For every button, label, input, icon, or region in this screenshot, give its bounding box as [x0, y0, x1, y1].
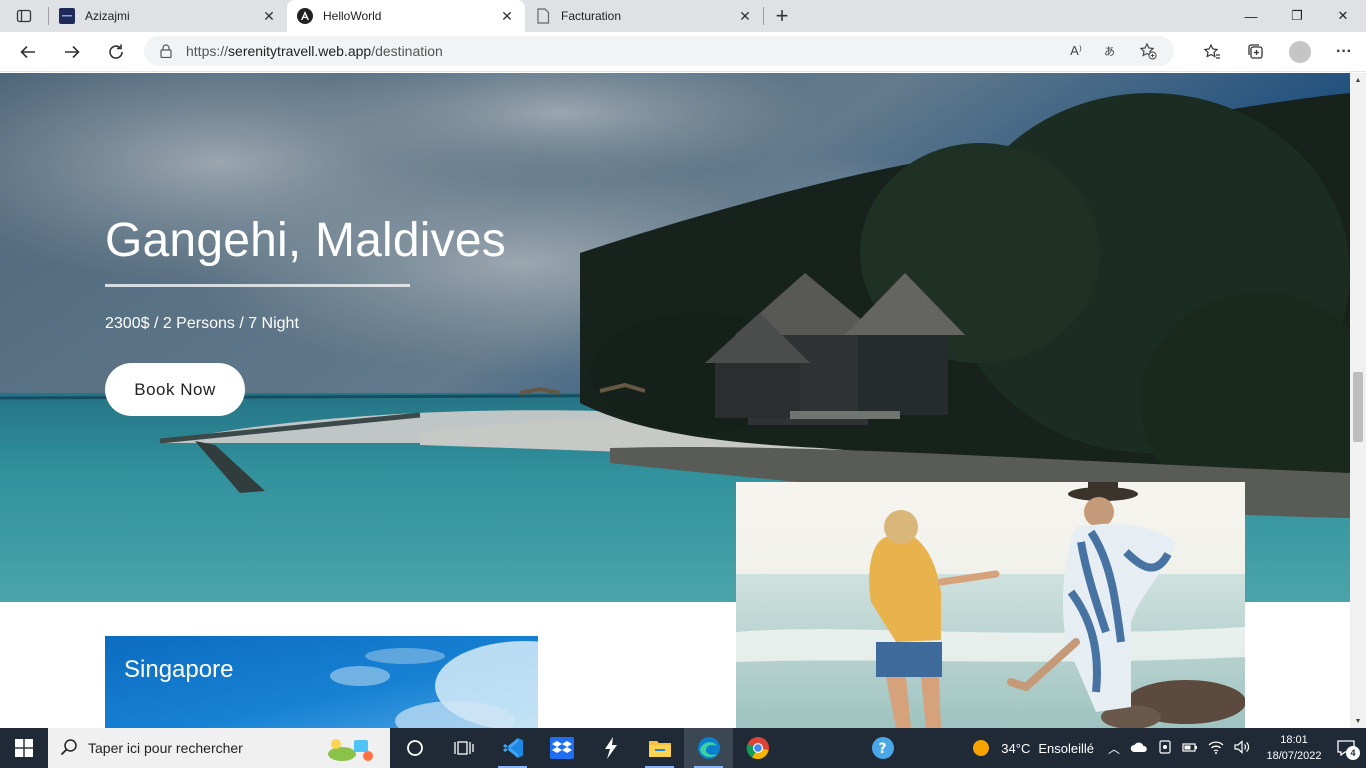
refresh-icon[interactable] — [94, 32, 138, 72]
clock-date: 18/07/2022 — [1266, 750, 1322, 762]
destination-card-singapore[interactable]: Singapore — [105, 636, 538, 728]
tab-title: Azizajmi — [85, 9, 130, 23]
tab-azizajmi[interactable]: Azizajmi ✕ — [49, 0, 287, 32]
vertical-scrollbar[interactable]: ▲ ▼ — [1350, 73, 1366, 728]
page-viewport: Gangehi, Maldives 2300$ / 2 Persons / 7 … — [0, 73, 1350, 728]
task-view-icon[interactable] — [439, 728, 488, 768]
hero-subtitle: 2300$ / 2 Persons / 7 Night — [105, 315, 299, 332]
taskbar-search-box[interactable]: Taper ici pour rechercher — [48, 728, 390, 768]
scrollbar-thumb[interactable] — [1353, 372, 1363, 442]
volume-icon[interactable] — [1234, 739, 1250, 757]
search-icon — [60, 738, 78, 759]
wifi-icon[interactable] — [1208, 740, 1224, 757]
translate-icon[interactable]: あ — [1094, 44, 1130, 58]
taskbar: Taper ici pour rechercher ? 34°C Ensolei… — [0, 728, 1366, 768]
cortana-icon[interactable] — [390, 728, 439, 768]
lock-icon — [160, 44, 172, 58]
hero-title: Gangehi, Maldives — [105, 214, 506, 267]
scroll-down-icon[interactable]: ▼ — [1350, 714, 1366, 728]
forward-icon[interactable] — [50, 32, 94, 72]
scroll-up-icon[interactable]: ▲ — [1350, 73, 1366, 87]
clock-time: 18:01 — [1280, 734, 1308, 746]
app-bolt-icon[interactable] — [586, 728, 635, 768]
vscode-icon[interactable] — [488, 728, 537, 768]
chevron-up-icon[interactable]: ︿ — [1108, 740, 1120, 757]
edge-browser-icon[interactable] — [684, 728, 733, 768]
windows-start-icon[interactable] — [0, 728, 48, 768]
close-tab-icon[interactable]: ✕ — [497, 6, 517, 26]
notification-center-icon[interactable]: 4 — [1326, 728, 1366, 768]
read-aloud-icon[interactable]: A⁾ — [1058, 43, 1094, 59]
close-tab-icon[interactable]: ✕ — [259, 6, 279, 26]
weather-description: Ensoleillé — [1038, 740, 1094, 756]
url-prefix: https:// — [186, 43, 229, 59]
search-placeholder: Taper ici pour rechercher — [88, 740, 243, 756]
tab-title: HelloWorld — [323, 9, 382, 23]
new-tab-button[interactable]: + — [764, 0, 800, 32]
weather-widget[interactable]: 34°C Ensoleillé — [973, 740, 1094, 756]
chrome-icon[interactable] — [733, 728, 782, 768]
svg-text:?: ? — [878, 741, 886, 757]
file-explorer-icon[interactable] — [635, 728, 684, 768]
dropbox-icon[interactable] — [537, 728, 586, 768]
tab-strip: Azizajmi ✕ HelloWorld ✕ Facturation ✕ + … — [0, 0, 1366, 32]
more-menu-icon[interactable]: ··· — [1322, 32, 1366, 72]
favorite-add-icon[interactable] — [1130, 42, 1166, 60]
site-favicon-icon — [59, 8, 75, 24]
tab-facturation[interactable]: Facturation ✕ — [525, 0, 763, 32]
system-tray: 34°C Ensoleillé ︿ 18:01 18/07/2022 4 — [973, 728, 1366, 768]
help-icon[interactable]: ? — [858, 728, 907, 768]
onedrive-icon[interactable] — [1130, 741, 1148, 756]
profile-avatar[interactable] — [1289, 41, 1311, 63]
tab-title: Facturation — [561, 9, 622, 23]
url-host: serenitytravell.web.app — [228, 43, 372, 59]
url-path: /destination — [371, 43, 443, 59]
favorites-icon[interactable] — [1190, 32, 1234, 72]
page-icon — [535, 8, 551, 24]
weather-temperature: 34°C — [1001, 740, 1031, 756]
angular-icon — [297, 8, 313, 24]
beach-photo — [736, 482, 1245, 728]
clock[interactable]: 18:01 18/07/2022 — [1262, 732, 1326, 764]
device-icon[interactable] — [1158, 739, 1172, 758]
notification-badge: 4 — [1346, 746, 1360, 760]
tab-helloworld[interactable]: HelloWorld ✕ — [287, 0, 525, 32]
tab-actions-icon[interactable] — [0, 0, 48, 32]
sun-icon — [973, 740, 990, 756]
search-highlight-icon — [326, 734, 376, 765]
restore-button[interactable]: ❐ — [1274, 0, 1320, 32]
svg-text:あ: あ — [1104, 45, 1115, 58]
back-icon[interactable] — [6, 32, 50, 72]
destination-card-title: Singapore — [124, 656, 234, 683]
window-close-button[interactable]: ✕ — [1320, 0, 1366, 32]
hero-text-block: Gangehi, Maldives 2300$ / 2 Persons / 7 … — [105, 213, 506, 333]
minimize-button[interactable]: — — [1228, 0, 1274, 32]
address-bar[interactable]: https://serenitytravell.web.app/destinat… — [144, 36, 1174, 66]
battery-icon[interactable] — [1182, 741, 1198, 756]
hero-divider — [105, 284, 410, 287]
book-now-button[interactable]: Book Now — [105, 363, 245, 416]
toolbar: https://serenitytravell.web.app/destinat… — [0, 32, 1366, 72]
close-tab-icon[interactable]: ✕ — [735, 6, 755, 26]
collections-icon[interactable] — [1234, 32, 1278, 72]
